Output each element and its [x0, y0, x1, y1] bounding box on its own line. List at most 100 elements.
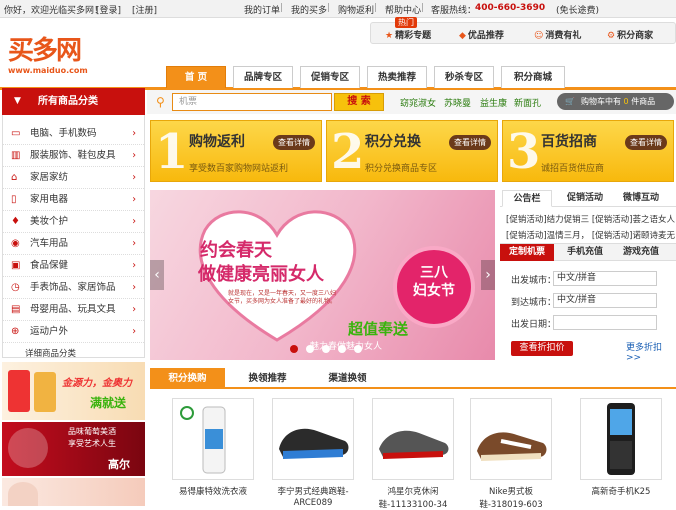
view-details-button[interactable]: 查看详情	[449, 135, 491, 150]
category-header[interactable]: 所有商品分类	[2, 88, 145, 115]
tab-exchange-recommend[interactable]: 换领推荐	[230, 368, 305, 389]
chevron-right-icon: ›	[132, 304, 136, 315]
carousel-dot[interactable]	[322, 345, 330, 353]
ad-wine[interactable]: 品味葡萄美酒 享受艺术人生 高尔	[2, 422, 145, 476]
promo-subtitle: 享受数百家购物网站返利	[189, 164, 289, 174]
category-item[interactable]: ◷ 手表饰品、家居饰品 ›	[3, 277, 144, 299]
tab-flight-tickets[interactable]: 定制机票	[500, 244, 554, 261]
product-card[interactable]	[470, 398, 552, 480]
category-item[interactable]: ▯ 家用电器 ›	[3, 189, 144, 211]
watch-icon: ◷	[11, 282, 20, 293]
featured-topics-link[interactable]: ★ 精彩专题	[385, 28, 431, 41]
tab-hot-sales[interactable]: 热卖推荐	[367, 66, 427, 88]
product-name[interactable]: 易得康特效洗衣液	[168, 485, 258, 497]
product-name-2[interactable]: 鞋-318019-603	[466, 498, 556, 510]
tab-promotions-notice[interactable]: 促销活动	[558, 190, 612, 207]
divider: |	[327, 3, 331, 13]
promo-number: 2	[331, 124, 365, 180]
product-name[interactable]: 李宁男式经典跑鞋-	[268, 485, 358, 497]
from-city-input[interactable]: 中文/拼音	[553, 271, 657, 286]
product-tabs: 积分换购 换领推荐 渠道换领	[150, 368, 676, 389]
gifts-link[interactable]: ☺ 消费有礼	[534, 28, 581, 41]
tab-promotions[interactable]: 促销专区	[300, 66, 360, 88]
date-input[interactable]	[553, 315, 657, 330]
divider: |	[421, 3, 425, 13]
register-link[interactable]: [注册]	[132, 3, 157, 16]
product-name-2[interactable]: ARCE089	[268, 498, 358, 508]
category-item[interactable]: ♦ 美妆个护 ›	[3, 211, 144, 233]
tab-game-topup[interactable]: 游戏充值	[614, 244, 668, 261]
carousel-dot[interactable]	[290, 345, 298, 353]
product-name[interactable]: 鸿星尔克休闲	[368, 485, 458, 497]
tab-flash-sale[interactable]: 秒杀专区	[434, 66, 494, 88]
search-button[interactable]: 搜 索	[334, 93, 384, 111]
promo-merchants[interactable]: 3 百货招商 查看详情 诚招百货供应商	[502, 120, 674, 182]
product-name[interactable]: Nike男式板	[466, 485, 556, 497]
chevron-right-icon: ›	[132, 150, 136, 161]
notice-item[interactable]: [促销活动]结力促销三 [促销活动]荟之语女人	[506, 213, 675, 225]
category-item[interactable]: ▤ 母婴用品、玩具文具 ›	[3, 299, 144, 321]
cart-button[interactable]: 🛒 购物车中有 0 件商品	[557, 93, 674, 110]
notice-item[interactable]: [促销活动]温情三月， [促销活动]诺颐诗麦无	[506, 229, 675, 241]
tab-channel-exchange[interactable]: 渠道换领	[310, 368, 385, 389]
product-card[interactable]	[272, 398, 354, 480]
hot-keyword[interactable]: 苏晓曼	[444, 96, 471, 109]
category-item[interactable]: ▥ 服装服饰、鞋包皮具 ›	[3, 145, 144, 167]
tab-points-exchange[interactable]: 积分换购	[150, 368, 225, 389]
my-orders-link[interactable]: 我的订单	[244, 3, 280, 16]
my-maiduo-link[interactable]: 我的买多	[291, 3, 327, 16]
help-center-link[interactable]: 帮助中心	[385, 3, 421, 16]
banner-title: 约会春天	[200, 240, 272, 261]
carousel-dot[interactable]	[338, 345, 346, 353]
category-item[interactable]: ▣ 食品保健 ›	[3, 255, 144, 277]
cart-count: 0	[623, 97, 629, 106]
view-details-button[interactable]: 查看详情	[273, 135, 315, 150]
shirt-icon: ▥	[11, 150, 21, 161]
hot-keyword[interactable]: 益生康	[480, 96, 507, 109]
tab-weibo[interactable]: 微博互动	[614, 190, 668, 207]
to-city-input[interactable]: 中文/拼音	[553, 293, 657, 308]
category-item[interactable]: ◉ 汽车用品 ›	[3, 233, 144, 255]
view-details-button[interactable]: 查看详情	[625, 135, 667, 150]
ticket-tabs: 定制机票 手机充值 游戏充值	[500, 243, 676, 261]
tab-brands[interactable]: 品牌专区	[233, 66, 293, 88]
search-discount-button[interactable]: 查看折扣价	[511, 341, 573, 356]
ad-headline: 金源力，金奥力	[62, 378, 132, 389]
more-discounts-link[interactable]: 更多折扣>>	[626, 340, 676, 363]
tab-announcements[interactable]: 公告栏	[502, 190, 552, 207]
hot-keyword[interactable]: 新面孔	[514, 96, 541, 109]
points-merchants-link[interactable]: ⚙ 积分商家	[607, 28, 653, 41]
recommended-link[interactable]: ◆ 优品推荐	[459, 28, 504, 41]
search-input[interactable]: 机票	[172, 93, 332, 111]
product-name-2[interactable]: 鞋-11133100-34	[368, 498, 458, 510]
tab-mobile-topup[interactable]: 手机充值	[558, 244, 612, 261]
product-card[interactable]	[172, 398, 254, 480]
product-name[interactable]: 高新奇手机K25	[576, 485, 666, 497]
next-arrow-icon[interactable]: ›	[481, 260, 495, 290]
ad-supplement[interactable]: 金源力，金奥力 满就送	[2, 362, 145, 420]
ad-cosmetics[interactable]	[2, 478, 145, 506]
product-card[interactable]	[372, 398, 454, 480]
top-bar: 你好，欢迎光临买多网！ [登录] [注册] 我的订单 | 我的买多 | 购物返利…	[0, 0, 676, 18]
carousel-dot[interactable]	[306, 345, 314, 353]
rebate-link[interactable]: 购物返利	[338, 3, 374, 16]
product-card[interactable]	[580, 398, 662, 480]
tab-home[interactable]: 首 页	[166, 66, 226, 88]
star-icon: ★	[385, 31, 394, 41]
hero-banner[interactable]: 约会春天 做健康亮丽女人 就是现在，又是一年春天，又一度三八妇女节，买多网为女人…	[150, 190, 495, 360]
prev-arrow-icon[interactable]: ‹	[150, 260, 164, 290]
tag-icon: ◆	[459, 31, 466, 41]
category-item[interactable]: ⊕ 运动户外 ›	[3, 321, 144, 343]
login-link[interactable]: [登录]	[96, 3, 121, 16]
running-shoe-image	[279, 428, 349, 459]
divider: |	[280, 3, 284, 13]
carousel-dot[interactable]	[354, 345, 362, 353]
category-item[interactable]: ⌂ 家居家纺 ›	[3, 167, 144, 189]
promo-points[interactable]: 2 积分兑换 查看详情 积分兑换商品专区	[326, 120, 498, 182]
category-item[interactable]: ▭ 电脑、手机数码 ›	[3, 123, 144, 145]
tab-points-mall[interactable]: 积分商城	[501, 66, 565, 88]
site-logo[interactable]: 买多网	[8, 30, 82, 67]
hot-keyword[interactable]: 窈窕淑女	[400, 96, 436, 109]
chevron-right-icon: ›	[132, 238, 136, 249]
promo-rebate[interactable]: 1 购物返利 查看详情 享受数百家购物网站返利	[150, 120, 322, 182]
